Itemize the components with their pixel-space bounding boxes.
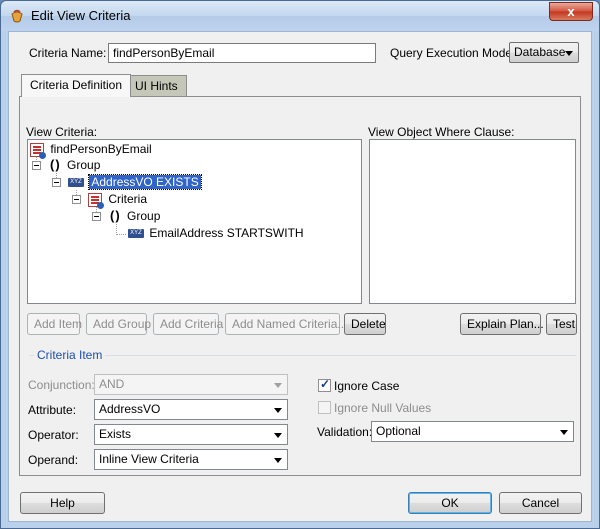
query-execution-mode-label: Query Execution Mode:: [390, 46, 516, 60]
title-bar[interactable]: Edit View Criteria x: [1, 1, 599, 31]
ok-button[interactable]: OK: [408, 492, 492, 514]
chevron-down-icon: [274, 458, 282, 463]
attribute-xyz-icon: XYZ: [68, 178, 84, 188]
dialog-body: Criteria Name: Query Execution Mode: Dat…: [8, 31, 592, 522]
operator-value: Exists: [99, 427, 132, 441]
query-execution-mode-value: Database: [514, 45, 566, 59]
ignore-null-values-label: Ignore Null Values: [334, 401, 432, 415]
window-title: Edit View Criteria: [31, 8, 131, 23]
criteria-definition-panel: View Criteria: View Object Where Clause:…: [19, 96, 581, 476]
tree-node-group-nested[interactable]: () Group: [110, 208, 160, 224]
attribute-xyz-icon: XYZ: [128, 229, 144, 239]
conjunction-value: AND: [99, 377, 125, 391]
validation-select[interactable]: Optional: [371, 421, 574, 442]
close-button[interactable]: x: [549, 2, 593, 21]
tree-connector: [116, 234, 126, 235]
close-icon: x: [567, 4, 575, 19]
group-parens-icon: (): [50, 157, 61, 172]
tree-node-exists[interactable]: XYZ AddressVO EXISTS: [68, 174, 202, 190]
tree-node-root[interactable]: findPersonByEmail: [30, 141, 152, 159]
cancel-button[interactable]: Cancel: [499, 492, 582, 514]
tree-node-criteria[interactable]: Criteria: [88, 191, 148, 209]
chevron-down-icon: [274, 383, 282, 388]
test-button[interactable]: Test: [546, 313, 577, 335]
where-clause-textarea[interactable]: [369, 139, 576, 304]
delete-button[interactable]: Delete: [344, 313, 386, 335]
ignore-null-values-checkbox[interactable]: [318, 401, 331, 414]
operator-select[interactable]: Exists: [94, 424, 288, 445]
add-group-button[interactable]: Add Group: [86, 313, 151, 335]
add-criteria-button[interactable]: Add Criteria: [153, 313, 223, 335]
tab-label: Criteria Definition: [30, 78, 123, 92]
help-button[interactable]: Help: [20, 492, 105, 514]
view-criteria-tree[interactable]: findPersonByEmail () Group XYZ AddressVO…: [27, 139, 362, 304]
conjunction-select[interactable]: AND: [94, 374, 288, 395]
jdeveloper-icon: [9, 8, 25, 24]
tree-node-label-selected: AddressVO EXISTS: [88, 174, 202, 190]
add-named-criteria-button[interactable]: Add Named Criteria...: [225, 313, 347, 335]
criteria-item-title: Criteria Item: [34, 348, 106, 362]
chevron-down-icon: [560, 430, 568, 435]
criteria-name-label: Criteria Name:: [29, 46, 107, 60]
validation-label: Validation:: [317, 425, 373, 439]
ignore-case-checkbox[interactable]: [318, 377, 331, 392]
criteria-name-input[interactable]: [108, 43, 376, 63]
view-criteria-label: View Criteria:: [26, 125, 98, 139]
collapse-icon[interactable]: [52, 178, 61, 187]
collapse-icon[interactable]: [72, 195, 81, 204]
tree-node-group[interactable]: () Group: [50, 157, 100, 173]
operand-value: Inline View Criteria: [99, 452, 199, 466]
chevron-down-icon: [274, 433, 282, 438]
tree-node-label: EmailAddress STARTSWITH: [149, 226, 304, 240]
chevron-down-icon: [565, 51, 573, 56]
dialog-window: Edit View Criteria x Criteria Name: Quer…: [0, 0, 600, 529]
collapse-icon[interactable]: [32, 161, 41, 170]
chevron-down-icon: [274, 408, 282, 413]
query-execution-mode-select[interactable]: Database: [509, 42, 579, 63]
tab-label: UI Hints: [135, 79, 178, 93]
tree-node-leaf[interactable]: XYZ EmailAddress STARTSWITH: [128, 225, 304, 241]
view-criteria-icon: [30, 142, 46, 159]
ignore-case-label: Ignore Case: [334, 379, 400, 393]
view-criteria-icon: [88, 192, 104, 209]
operator-label: Operator:: [28, 428, 79, 442]
operand-label: Operand:: [28, 453, 79, 467]
operand-select[interactable]: Inline View Criteria: [94, 449, 288, 470]
attribute-label: Attribute:: [28, 403, 77, 417]
section-divider: [30, 355, 576, 356]
tree-node-label: findPersonByEmail: [50, 142, 152, 156]
attribute-value: AddressVO: [99, 402, 161, 416]
add-item-button[interactable]: Add Item: [27, 313, 82, 335]
explain-plan-button[interactable]: Explain Plan...: [460, 313, 544, 335]
where-clause-label: View Object Where Clause:: [368, 125, 515, 139]
tree-node-label: Group: [67, 158, 101, 172]
conjunction-label: Conjunction:: [28, 378, 95, 392]
attribute-select[interactable]: AddressVO: [94, 399, 288, 420]
collapse-icon[interactable]: [92, 212, 101, 221]
group-parens-icon: (): [110, 208, 121, 223]
tab-ui-hints[interactable]: UI Hints: [126, 75, 187, 96]
tree-node-label: Group: [127, 209, 161, 223]
tab-criteria-definition[interactable]: Criteria Definition: [21, 74, 132, 97]
validation-value: Optional: [376, 424, 421, 438]
tree-node-label: Criteria: [108, 192, 148, 206]
